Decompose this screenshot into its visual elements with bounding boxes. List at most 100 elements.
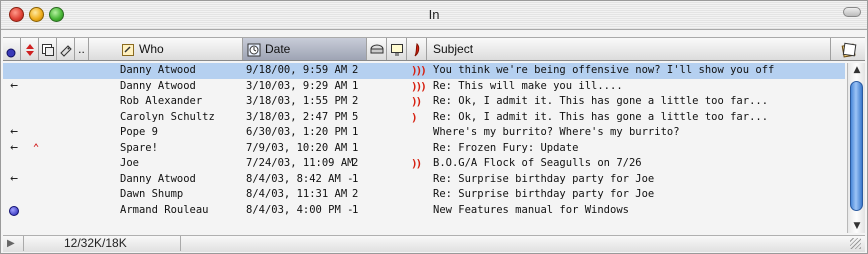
message-date: 8/4/03, 4:00 PM -: [246, 203, 354, 216]
sender-name: Rob Alexander: [120, 95, 203, 107]
spice-cell: )): [411, 156, 431, 173]
server-icon: [370, 42, 384, 56]
message-subject: Re: Frozen Fury: Update: [433, 141, 579, 154]
chili-pepper-icon: )): [411, 95, 422, 108]
label-icon: [59, 42, 73, 57]
spice-cell: )): [411, 94, 431, 111]
chili-pepper-icon: )): [411, 157, 422, 170]
scroll-down-icon[interactable]: ▼: [848, 219, 866, 233]
priority-cell: ⌃: [25, 141, 47, 157]
replied-arrow-icon: ←: [10, 125, 18, 139]
sender-name: Spare!: [120, 141, 158, 154]
message-size: 1: [352, 172, 359, 185]
sender-name: Pope 9: [120, 126, 158, 138]
message-row[interactable]: Danny Atwood 9/18/00, 9:59 AM 2 ))) You …: [3, 63, 845, 79]
message-row[interactable]: ← Danny Atwood 3/10/03, 9:29 AM 1 ))) Re…: [3, 79, 845, 95]
message-size: 1: [352, 126, 359, 138]
status-bar: ▶ 12/32K/18K: [3, 235, 865, 252]
message-row[interactable]: ← Pope 9 6/30/03, 1:20 PM 1 Where's my b…: [3, 125, 845, 141]
column-label[interactable]: [57, 38, 75, 60]
chili-pepper-icon: ))): [411, 79, 427, 93]
scroll-thumb[interactable]: [850, 81, 863, 211]
message-subject: You think we're being offensive now? I'l…: [433, 64, 775, 76]
message-subject: Re: Ok, I admit it. This has gone a litt…: [433, 95, 769, 107]
high-priority-icon: ⌃: [32, 141, 40, 154]
title-bar[interactable]: In: [1, 1, 867, 30]
message-date: 7/9/03, 10:20 AM: [246, 141, 348, 154]
column-more[interactable]: ..: [75, 38, 89, 60]
message-row[interactable]: ← ⌃ Spare! 7/9/03, 10:20 AM 1 Re: Frozen…: [3, 141, 845, 157]
message-date: 3/10/03, 9:29 AM: [246, 79, 348, 92]
message-subject: Where's my burrito? Where's my burrito?: [433, 126, 680, 138]
column-attachments[interactable]: [39, 38, 57, 60]
column-picker-button[interactable]: [831, 38, 865, 60]
chili-pepper-icon: [412, 42, 426, 57]
column-header: .. Who Date Subject: [3, 37, 865, 61]
column-status[interactable]: [3, 38, 21, 60]
message-date: 8/4/03, 11:31 AM: [246, 188, 348, 200]
message-subject: B.O.G/A Flock of Seagulls on 7/26: [433, 157, 642, 169]
message-count: 12/32K/18K: [23, 236, 181, 251]
chili-pepper-icon: ): [411, 110, 417, 124]
preview-disclosure-icon[interactable]: ▶: [7, 238, 15, 249]
sender-name: Armand Rouleau: [120, 203, 209, 216]
sender-name: Danny Atwood: [120, 79, 196, 92]
spice-cell: ))): [411, 79, 431, 96]
message-size: 1: [352, 203, 359, 216]
message-date: 3/18/03, 1:55 PM: [246, 95, 348, 107]
message-subject: New Features manual for Windows: [433, 203, 629, 216]
column-priority[interactable]: [21, 38, 39, 60]
more-columns-label: ..: [78, 42, 85, 56]
message-size: 2: [352, 188, 359, 200]
vertical-scrollbar[interactable]: ▲ ▼: [847, 63, 865, 233]
message-row[interactable]: Dawn Shump 8/4/03, 11:31 AM 2 Re: Surpri…: [3, 187, 845, 203]
resize-grip-icon[interactable]: [850, 238, 861, 249]
message-date: 9/18/00, 9:59 AM: [246, 64, 348, 76]
status-cell: [3, 203, 25, 222]
message-row[interactable]: ← Danny Atwood 8/4/03, 8:42 AM - 1 Re: S…: [3, 172, 845, 188]
message-date: 6/30/03, 1:20 PM: [246, 126, 348, 138]
status-dot-icon: [6, 43, 16, 58]
message-subject: Re: Ok, I admit it. This has gone a litt…: [433, 110, 769, 123]
mailbox-window: In .. Who Date Subject Danny Atwood 9/18…: [0, 0, 868, 254]
spice-cell: ): [411, 110, 431, 127]
message-row[interactable]: Armand Rouleau 8/4/03, 4:00 PM - 1 New F…: [3, 203, 845, 219]
message-row[interactable]: Carolyn Schultz 3/18/03, 2:47 PM 5 ) Re:…: [3, 110, 845, 126]
priority-arrows-icon: [24, 42, 38, 56]
window-title: In: [428, 7, 440, 22]
message-size: 2: [352, 64, 359, 76]
column-server[interactable]: [367, 38, 387, 60]
message-size: 2: [352, 157, 359, 169]
sender-name: Danny Atwood: [120, 64, 196, 76]
scroll-up-icon[interactable]: ▲: [848, 63, 866, 77]
sender-icon: [121, 42, 135, 56]
column-subject[interactable]: Subject: [427, 38, 831, 60]
message-row[interactable]: Rob Alexander 3/18/03, 1:55 PM 2 )) Re: …: [3, 94, 845, 110]
column-picker-icon: [841, 42, 857, 58]
sender-name: Danny Atwood: [120, 172, 196, 185]
toolbar-toggle-button[interactable]: [843, 7, 861, 17]
message-subject: Re: Surprise birthday party for Joe: [433, 172, 655, 185]
status-cell: ←: [3, 141, 25, 157]
status-cell: ←: [3, 125, 25, 141]
sender-name: Carolyn Schultz: [120, 110, 215, 123]
clock-icon: [247, 42, 261, 57]
message-row[interactable]: Joe 7/24/03, 11:09 AM 2 )) B.O.G/A Flock…: [3, 156, 845, 172]
message-date: 8/4/03, 8:42 AM -: [246, 172, 354, 185]
message-size: 5: [352, 110, 359, 123]
who-label: Who: [139, 42, 164, 56]
replied-arrow-icon: ←: [10, 78, 18, 93]
message-subject: Re: This will make you ill....: [433, 79, 623, 92]
column-mood[interactable]: [387, 38, 407, 60]
message-size: 1: [352, 141, 359, 154]
column-date[interactable]: Date: [243, 38, 367, 60]
column-spice[interactable]: [407, 38, 427, 60]
status-cell: ←: [3, 172, 25, 188]
message-date: 3/18/03, 2:47 PM: [246, 110, 348, 123]
column-who[interactable]: Who: [117, 38, 243, 60]
replied-arrow-icon: ←: [10, 140, 18, 155]
chili-pepper-icon: ))): [411, 64, 427, 77]
message-date: 7/24/03, 11:09 AM: [246, 157, 354, 169]
status-cell: ←: [3, 79, 25, 95]
sender-name: Dawn Shump: [120, 188, 184, 200]
